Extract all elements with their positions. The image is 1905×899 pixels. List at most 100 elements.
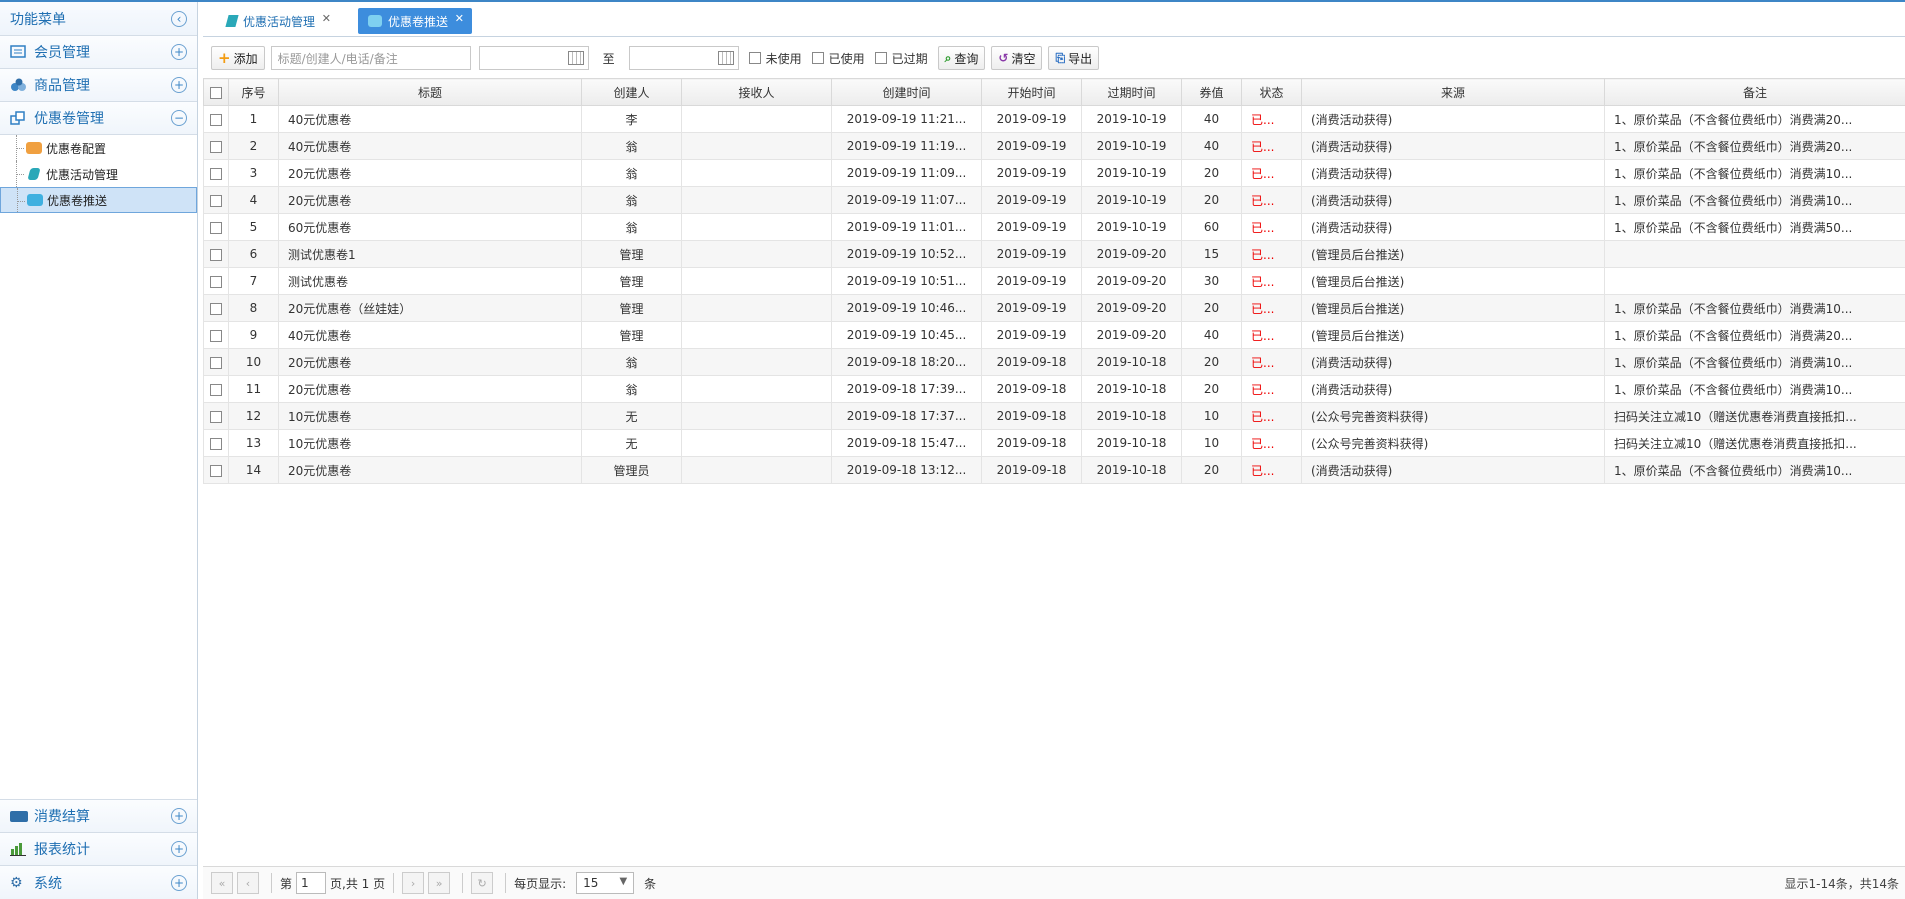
tab-promo-management[interactable]: 优惠活动管理 ✕ [217,8,340,34]
sidebar-item-promo-management[interactable]: 优惠活动管理 [0,161,197,187]
expand-plus-icon[interactable]: + [171,808,187,824]
last-page-icon[interactable]: » [428,872,451,894]
row-checkbox[interactable] [210,194,222,207]
row-select-cell[interactable] [203,105,229,133]
end-date-input[interactable] [628,46,739,70]
table-row[interactable]: 4 20元优惠卷翁 2019-09-19 11:07... 2019-09-19 201… [203,186,1905,214]
start-date-input[interactable] [478,46,589,70]
column-header[interactable]: 备注 [1604,78,1905,106]
row-select-cell[interactable] [203,294,229,322]
row-select-cell[interactable] [203,348,229,376]
row-select-cell[interactable] [203,132,229,160]
table-row[interactable]: 9 40元优惠卷 管理 2019-09-19 10:45... 2019-09-19 20… [203,321,1905,349]
row-checkbox[interactable] [210,113,222,126]
row-select-cell[interactable] [203,375,229,403]
table-row[interactable]: 13 10元优惠卷无 2019-09-18 15:47... 2019-09-18 20… [203,429,1905,457]
collapse-minus-icon[interactable]: − [171,110,187,126]
expand-plus-icon[interactable]: + [171,44,187,60]
sidebar-group-system[interactable]: ⚙ 系统 + [0,866,197,899]
checkbox-box[interactable] [874,52,887,64]
table-row[interactable]: 14 20元优惠卷 管理员 2019-09-18 13:12... 2019-09-18… [203,456,1905,484]
add-button[interactable]: + 添加 [211,46,265,70]
row-checkbox[interactable] [210,275,222,288]
sidebar-group-goods[interactable]: 商品管理 + [0,69,197,102]
per-page-label: 每页显示: [514,876,567,891]
close-icon[interactable]: ✕ [455,12,464,25]
row-checkbox[interactable] [210,464,222,477]
table-row[interactable]: 12 10元优惠卷无 2019-09-18 17:37... 2019-09-18 20… [203,402,1905,430]
source-cell: (消费活动获得) [1301,348,1605,376]
table-row[interactable]: 5 60元优惠卷翁 2019-09-19 11:01... 2019-09-19 201… [203,213,1905,241]
sidebar-item-coupon-push[interactable]: 优惠卷推送 [0,187,197,213]
table-row[interactable]: 11 20元优惠卷翁 2019-09-18 17:39... 2019-09-18 20… [203,375,1905,403]
column-header[interactable]: 状态 [1241,78,1302,106]
clear-button[interactable]: ↺ 清空 [991,46,1043,70]
column-header[interactable]: 来源 [1301,78,1605,106]
table-row[interactable]: 10 20元优惠卷翁 2019-09-18 18:20... 2019-09-18 20… [203,348,1905,376]
row-checkbox[interactable] [210,437,222,450]
table-row[interactable]: 3 20元优惠卷翁 2019-09-19 11:09... 2019-09-19 201… [203,159,1905,187]
row-select-cell[interactable] [203,321,229,349]
created-time-cell: 2019-09-19 11:07... [831,186,982,214]
calendar-icon[interactable] [567,51,584,65]
row-select-cell[interactable] [203,429,229,457]
tab-coupon-push[interactable]: 优惠卷推送 ✕ [358,8,473,34]
refresh-icon[interactable]: ↻ [471,872,494,894]
table-row[interactable]: 8 20元优惠卷（丝娃娃） 管理 2019-09-19 10:46... 2019-09… [203,294,1905,322]
row-checkbox[interactable] [210,248,222,261]
column-header[interactable]: 创建时间 [831,78,982,106]
expand-plus-icon[interactable]: + [171,874,187,891]
row-select-cell[interactable] [203,186,229,214]
row-select-cell[interactable] [203,456,229,484]
search-input[interactable]: 标题/创建人/电话/备注 [270,46,471,70]
close-icon[interactable]: ✕ [322,12,331,25]
row-select-cell[interactable] [203,267,229,295]
sidebar-item-coupon-config[interactable]: 优惠卷配置 [0,135,197,161]
next-page-icon[interactable]: › [402,872,425,894]
expired-checkbox[interactable]: 已过期 [874,50,928,67]
row-checkbox[interactable] [210,167,222,180]
table-row[interactable]: 1 40元优惠卷李 2019-09-19 11:21... 2019-09-19 201… [203,105,1905,133]
column-header[interactable]: 序号 [228,78,279,106]
used-checkbox[interactable]: 已使用 [811,50,865,67]
per-page-select[interactable]: 15 ▼ [576,872,635,894]
query-button[interactable]: ⌕ 查询 [937,46,986,70]
row-select-cell[interactable] [203,402,229,430]
row-checkbox[interactable] [210,329,222,342]
sidebar-group-reports[interactable]: 报表统计 + [0,833,197,866]
row-select-cell[interactable] [203,159,229,187]
select-all-header[interactable] [203,78,229,106]
column-header[interactable]: 接收人 [681,78,832,106]
row-checkbox[interactable] [210,383,222,396]
sidebar-group-coupon[interactable]: 优惠卷管理 − [0,102,197,135]
collapse-sidebar-icon[interactable]: ‹ [171,10,187,27]
first-page-icon[interactable]: « [211,872,233,894]
unused-checkbox[interactable]: 未使用 [748,50,802,67]
checkbox-box[interactable] [811,52,824,64]
prev-page-icon[interactable]: ‹ [237,872,259,894]
row-checkbox[interactable] [210,302,222,315]
checkbox-box[interactable] [748,52,761,64]
sidebar-group-member[interactable]: 会员管理 + [0,36,197,69]
column-header[interactable]: 开始时间 [981,78,1082,106]
row-select-cell[interactable] [203,213,229,241]
page-number-input[interactable]: 1 [296,872,327,894]
table-row[interactable]: 7 测试优惠卷 管理 2019-09-19 10:51... 2019-09-19 201… [203,267,1905,295]
column-header[interactable]: 券值 [1181,78,1242,106]
calendar-icon[interactable] [717,51,734,65]
select-all-checkbox[interactable] [210,86,222,99]
row-checkbox[interactable] [210,356,222,369]
expand-plus-icon[interactable]: + [171,841,187,857]
column-header[interactable]: 过期时间 [1081,78,1182,106]
row-checkbox[interactable] [210,140,222,153]
column-header[interactable]: 标题 [278,78,582,106]
row-checkbox[interactable] [210,410,222,423]
expand-plus-icon[interactable]: + [171,77,187,93]
table-row[interactable]: 6 测试优惠卷1 管理 2019-09-19 10:52... 2019-09-19 20… [203,240,1905,268]
row-select-cell[interactable] [203,240,229,268]
row-checkbox[interactable] [210,221,222,234]
table-row[interactable]: 2 40元优惠卷翁 2019-09-19 11:19... 2019-09-19 201… [203,132,1905,160]
export-button[interactable]: ⎘ 导出 [1048,46,1100,70]
sidebar-group-settlement[interactable]: 消费结算 + [0,800,197,833]
column-header[interactable]: 创建人 [581,78,682,106]
